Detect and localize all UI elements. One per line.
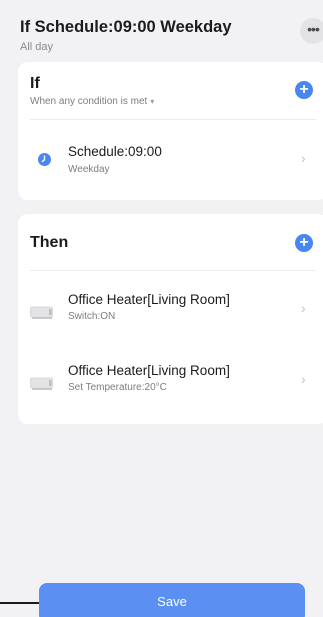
add-action-button[interactable]: + (295, 234, 313, 252)
plus-icon: + (299, 81, 309, 98)
clock-icon (38, 153, 51, 166)
action-subtitle: Switch:ON (68, 311, 116, 322)
action-title: Office Heater[Living Room] (68, 292, 230, 307)
divider (30, 119, 316, 120)
action-title: Office Heater[Living Room] (68, 363, 230, 378)
save-button[interactable]: Save (39, 583, 305, 617)
heater-icon (30, 377, 53, 390)
chevron-right-icon: › (301, 300, 306, 316)
if-section-title: If (30, 75, 40, 92)
action-row-switch[interactable]: Office Heater[Living Room] Switch:ON › (18, 288, 323, 336)
heater-icon (30, 306, 53, 319)
add-condition-button[interactable]: + (295, 81, 313, 99)
chevron-right-icon: › (301, 371, 306, 387)
more-button[interactable]: ••• (300, 18, 323, 44)
action-subtitle: Set Temperature:20°C (68, 382, 167, 393)
condition-title: Schedule:09:00 (68, 144, 162, 159)
condition-selector[interactable]: When any condition is met ▾ (30, 96, 154, 107)
caret-down-icon: ▾ (150, 97, 155, 106)
condition-hint-label: When any condition is met (30, 96, 148, 107)
plus-icon: + (299, 234, 309, 251)
more-icon: ••• (307, 21, 320, 37)
page-subtitle: All day (20, 41, 54, 53)
chevron-right-icon: › (301, 150, 306, 166)
divider (30, 270, 316, 271)
condition-row-schedule[interactable]: Schedule:09:00 Weekday › (18, 140, 323, 188)
page-title: If Schedule:09:00 Weekday (20, 18, 232, 36)
action-row-temperature[interactable]: Office Heater[Living Room] Set Temperatu… (18, 361, 323, 409)
condition-subtitle: Weekday (68, 164, 110, 175)
if-card: If When any condition is met ▾ + Schedule… (18, 62, 323, 200)
then-card: Then + Office Heater[Living Room] Switch… (18, 214, 323, 424)
then-section-title: Then (30, 234, 69, 251)
divider-line (0, 602, 39, 604)
header: If Schedule:09:00 Weekday All day ••• (0, 0, 323, 58)
